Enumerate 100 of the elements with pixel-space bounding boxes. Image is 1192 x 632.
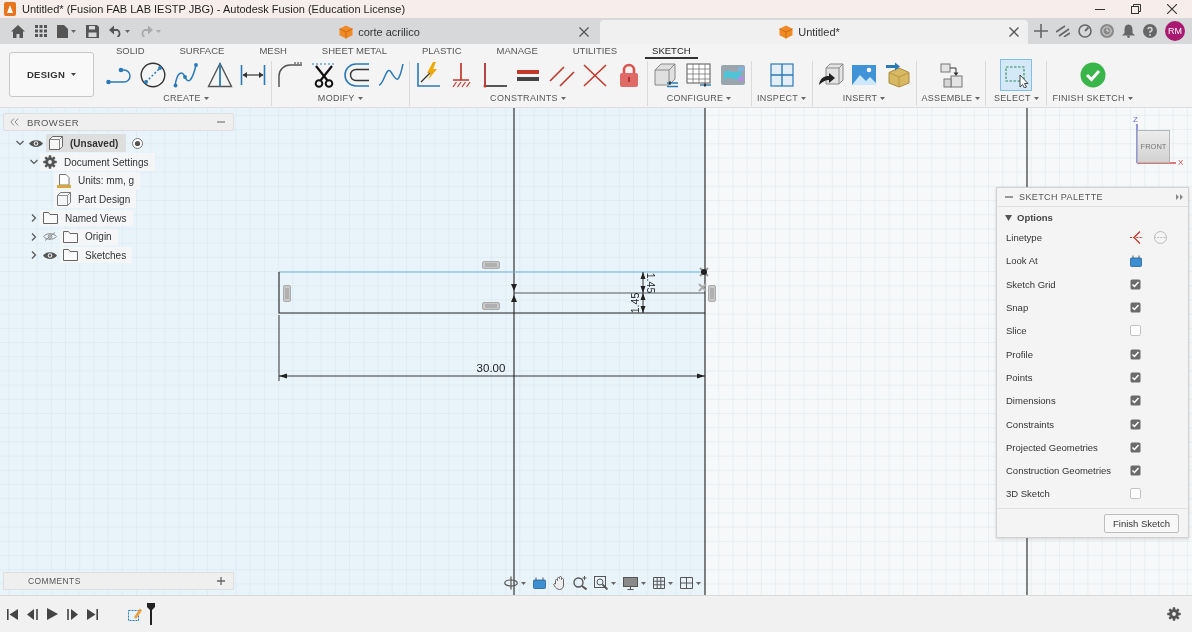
image-icon[interactable]: [851, 62, 877, 88]
caret-icon[interactable]: [611, 581, 616, 585]
close-icon[interactable]: [579, 27, 589, 37]
crossing-lines-icon[interactable]: [582, 62, 608, 88]
caret-icon[interactable]: [521, 581, 526, 585]
home-icon[interactable]: [11, 24, 25, 38]
checkbox[interactable]: [1130, 278, 1141, 290]
cube-slider-icon[interactable]: [652, 62, 679, 88]
file-icon[interactable]: [57, 24, 68, 38]
restore-icon[interactable]: [1131, 4, 1141, 14]
caret-icon[interactable]: [560, 96, 566, 100]
plus-icon[interactable]: [1034, 24, 1048, 38]
chevron-right-icon[interactable]: [30, 214, 38, 223]
colored-panel-icon[interactable]: [719, 62, 746, 88]
chevron-right-icon[interactable]: [30, 251, 38, 260]
skip-end-icon[interactable]: [87, 608, 98, 620]
tool-group-menu[interactable]: ASSEMBLE: [921, 93, 981, 103]
checkbox[interactable]: [1130, 488, 1141, 500]
checkbox[interactable]: [1130, 302, 1141, 314]
tree-item[interactable]: (Unsaved): [46, 134, 127, 153]
viewports-icon[interactable]: [680, 577, 693, 589]
help-icon[interactable]: [1143, 24, 1157, 38]
toolbar-tab[interactable]: MESH: [255, 44, 291, 59]
tool-group-menu[interactable]: CONFIGURE: [666, 93, 732, 103]
workspace-menu[interactable]: DESIGN: [9, 52, 94, 97]
checkbox[interactable]: [1130, 325, 1141, 337]
tree-item[interactable]: Named Views: [40, 210, 133, 227]
eye-icon[interactable]: [29, 138, 43, 148]
orbit-icon[interactable]: [504, 576, 518, 590]
construction-line-icon[interactable]: [1130, 231, 1143, 245]
stacked-cubes-icon[interactable]: [937, 62, 964, 88]
toolbar-tab[interactable]: SHEET METAL: [317, 44, 391, 59]
minimize-icon[interactable]: [1095, 8, 1105, 10]
toolbar-tab[interactable]: SURFACE: [175, 44, 229, 59]
selection-box-icon[interactable]: [1000, 59, 1033, 91]
dimension-icon[interactable]: [240, 62, 266, 88]
caret-icon[interactable]: [1033, 96, 1039, 100]
zoom-icon[interactable]: [573, 576, 587, 590]
expand-icon[interactable]: [1176, 194, 1183, 200]
play-icon[interactable]: [47, 608, 58, 620]
display-icon[interactable]: [623, 576, 638, 590]
caret-icon[interactable]: [125, 29, 130, 33]
triangle-icon[interactable]: [206, 62, 233, 88]
checkbox[interactable]: [1130, 348, 1141, 360]
stripes-icon[interactable]: [1056, 25, 1070, 37]
skip-start-icon[interactable]: [7, 608, 18, 620]
close-icon[interactable]: [1167, 4, 1177, 14]
gauge-icon[interactable]: [1078, 24, 1092, 38]
spline-icon[interactable]: [173, 62, 199, 88]
plus-icon[interactable]: [217, 577, 225, 585]
scissors-icon[interactable]: [310, 62, 337, 88]
tool-group-menu[interactable]: CONSTRAINTS: [490, 93, 566, 103]
look-at-icon[interactable]: [533, 577, 546, 589]
save-icon[interactable]: [86, 24, 99, 38]
caret-icon[interactable]: [203, 96, 209, 100]
table-icon[interactable]: [686, 62, 712, 88]
undo-icon[interactable]: [109, 25, 122, 37]
caret-icon[interactable]: [801, 96, 807, 100]
user-avatar[interactable]: RM: [1165, 21, 1185, 41]
cube-arrow-icon[interactable]: [817, 62, 844, 88]
chevron-down-icon[interactable]: [30, 158, 38, 167]
caret-icon[interactable]: [71, 73, 77, 76]
checkbox[interactable]: [1130, 441, 1141, 453]
document-tab[interactable]: corte acrilico: [170, 20, 598, 44]
step-back-icon[interactable]: [27, 608, 38, 620]
hand-icon[interactable]: [553, 576, 566, 590]
checkbox[interactable]: [1130, 395, 1141, 407]
caret-icon[interactable]: [975, 96, 981, 100]
caret-icon[interactable]: [726, 96, 732, 100]
tool-group-menu[interactable]: MODIFY: [317, 93, 363, 103]
section-header[interactable]: Options: [1005, 212, 1053, 223]
toolbar-tab[interactable]: PLASTIC: [417, 44, 466, 59]
tool-group-menu[interactable]: CREATE: [163, 93, 209, 103]
toolbar-tab[interactable]: MANAGE: [492, 44, 542, 59]
grid-frame-icon[interactable]: [768, 62, 795, 88]
chevron-right-icon[interactable]: [30, 232, 38, 241]
circle-icon[interactable]: [139, 62, 166, 88]
zoom-window-icon[interactable]: [594, 576, 608, 590]
fillet-icon[interactable]: [277, 62, 303, 88]
settings-icon[interactable]: [1167, 607, 1181, 621]
close-icon[interactable]: [1009, 27, 1019, 37]
caret-icon[interactable]: [668, 581, 673, 585]
caret-icon[interactable]: [1127, 96, 1133, 100]
eye-hidden-icon[interactable]: [43, 232, 57, 242]
tool-group-menu[interactable]: INSERT: [842, 93, 886, 103]
document-tab[interactable]: Untitled*: [600, 20, 1028, 44]
tool-group-menu[interactable]: FINISH SKETCH: [1052, 93, 1133, 103]
check-icon[interactable]: [1079, 62, 1106, 88]
toolbar-tab[interactable]: SKETCH: [645, 44, 698, 59]
checkbox[interactable]: [1130, 418, 1141, 430]
radio-icon[interactable]: [132, 137, 144, 149]
collapse-icon[interactable]: [10, 118, 19, 126]
caret-icon[interactable]: [696, 581, 701, 585]
finish-sketch-button[interactable]: Finish Sketch: [1103, 513, 1179, 533]
toolbar-tab[interactable]: UTILITIES: [568, 44, 622, 59]
tool-group-menu[interactable]: SELECT: [994, 93, 1039, 103]
tool-group-menu[interactable]: INSPECT: [756, 93, 807, 103]
bell-icon[interactable]: [1122, 24, 1135, 38]
toolbar-tab[interactable]: SOLID: [112, 44, 149, 59]
caret-icon[interactable]: [357, 96, 363, 100]
